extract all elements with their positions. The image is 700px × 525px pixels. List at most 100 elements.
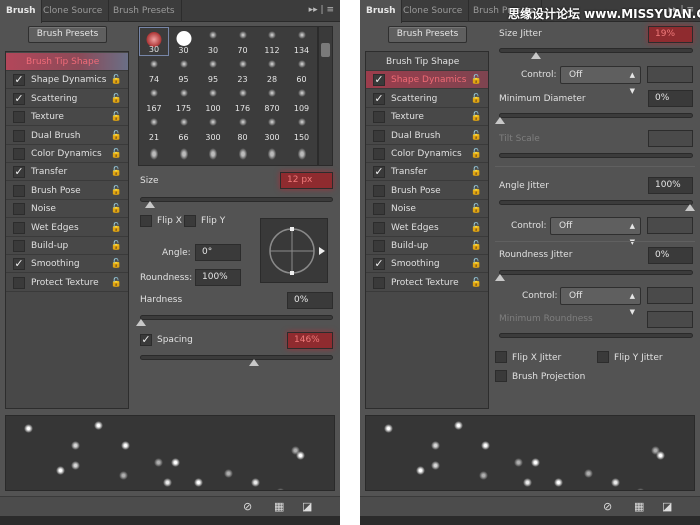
list-item-scattering[interactable]: ✓ Scattering 🔓 — [366, 90, 488, 108]
list-item-color-dynamics[interactable]: Color Dynamics 🔓 — [366, 145, 488, 163]
brush-preset[interactable]: 66 — [169, 114, 199, 143]
checkbox[interactable] — [13, 184, 25, 197]
slider-thumb[interactable] — [685, 204, 695, 211]
lock-icon[interactable]: 🔓 — [111, 145, 122, 163]
brush-preset[interactable]: 70 — [228, 27, 258, 56]
checkbox[interactable] — [373, 203, 385, 216]
list-item-wet-edges[interactable]: Wet Edges 🔓 — [6, 219, 128, 237]
list-item-transfer[interactable]: ✓ Transfer 🔓 — [6, 163, 128, 182]
checkbox[interactable] — [13, 129, 25, 142]
create-new-brush-icon[interactable]: ◪ — [302, 500, 312, 513]
tab-clone-source[interactable]: Clone Source — [37, 0, 110, 22]
panel-resize-bar[interactable] — [360, 516, 700, 525]
list-item-shape-dynamics[interactable]: ✓ Shape Dynamics 🔓 — [366, 71, 488, 90]
brush-preset[interactable]: 100 — [198, 85, 228, 114]
list-item-noise[interactable]: Noise 🔓 — [6, 200, 128, 219]
lock-icon[interactable]: 🔓 — [111, 255, 122, 273]
checkbox[interactable]: ✓ — [13, 74, 25, 87]
list-item-dual-brush[interactable]: Dual Brush 🔓 — [366, 127, 488, 145]
angle-jitter-input[interactable]: 100% — [648, 177, 693, 194]
checkbox[interactable] — [373, 240, 385, 252]
flip-y-checkbox[interactable] — [184, 215, 196, 227]
brush-preset[interactable]: 30 — [169, 27, 199, 56]
brush-preset[interactable]: 109 — [287, 85, 317, 114]
flip-x-jitter-checkbox[interactable] — [495, 351, 507, 363]
checkbox[interactable] — [13, 276, 25, 289]
size-jitter-input[interactable]: 19% — [648, 26, 693, 43]
brush-preset[interactable]: 23 — [228, 56, 258, 85]
size-jitter-slider[interactable] — [499, 48, 693, 59]
checkbox[interactable] — [373, 221, 385, 234]
list-item-shape-dynamics[interactable]: ✓ Shape Dynamics 🔓 — [6, 71, 128, 90]
lock-icon[interactable]: 🔓 — [471, 200, 482, 218]
brush-preset[interactable] — [257, 143, 287, 165]
fade-steps-input[interactable] — [647, 66, 693, 83]
brush-preset[interactable]: 80 — [228, 114, 258, 143]
lock-icon[interactable]: 🔓 — [111, 200, 122, 218]
list-item-texture[interactable]: Texture 🔓 — [6, 108, 128, 127]
slider-thumb[interactable] — [495, 274, 505, 281]
list-item-noise[interactable]: Noise 🔓 — [366, 200, 488, 219]
checkbox[interactable] — [13, 111, 25, 124]
checkbox[interactable] — [373, 148, 385, 160]
lock-icon[interactable]: 🔓 — [471, 127, 482, 145]
list-item-smoothing[interactable]: ✓ Smoothing 🔓 — [366, 255, 488, 274]
lock-icon[interactable]: 🔓 — [111, 127, 122, 145]
lock-icon[interactable]: 🔓 — [471, 145, 482, 163]
list-item-dual-brush[interactable]: Dual Brush 🔓 — [6, 127, 128, 145]
list-item-brush-pose[interactable]: Brush Pose 🔓 — [6, 182, 128, 200]
panel-menu-icon[interactable]: ▸▸ | ≡ — [309, 5, 334, 15]
lock-icon[interactable]: 🔓 — [111, 108, 122, 126]
toggle-live-tip-preview-icon[interactable]: ⊘ — [243, 500, 252, 513]
lock-icon[interactable]: 🔓 — [111, 182, 122, 200]
lock-icon[interactable]: 🔓 — [471, 274, 482, 292]
brush-preset[interactable] — [139, 143, 169, 165]
angle-roundness-widget[interactable] — [260, 218, 328, 283]
angle-input[interactable]: 0° — [195, 244, 241, 261]
checkbox[interactable] — [13, 240, 25, 252]
list-item-build-up[interactable]: Build-up 🔓 — [6, 237, 128, 255]
roundness-input[interactable]: 100% — [195, 269, 241, 286]
brush-preset[interactable] — [287, 143, 317, 165]
brush-preset[interactable]: 300 — [257, 114, 287, 143]
panel-resize-bar[interactable] — [0, 516, 340, 525]
list-item-color-dynamics[interactable]: Color Dynamics 🔓 — [6, 145, 128, 163]
minimum-diameter-input[interactable]: 0% — [648, 90, 693, 107]
brush-preset[interactable]: 60 — [287, 56, 317, 85]
roundness-jitter-input[interactable]: 0% — [648, 247, 693, 264]
open-preset-manager-icon[interactable]: ▦ — [274, 500, 284, 513]
brush-presets-button[interactable]: Brush Presets — [28, 26, 107, 43]
lock-icon[interactable]: 🔓 — [111, 90, 122, 108]
brush-preset[interactable]: 30 — [139, 27, 169, 56]
spacing-input[interactable]: 146% — [287, 332, 333, 349]
hardness-input[interactable]: 0% — [287, 292, 333, 309]
brush-preset[interactable]: 134 — [287, 27, 317, 56]
checkbox[interactable]: ✓ — [373, 166, 385, 179]
tab-clone-source[interactable]: Clone Source — [397, 0, 470, 22]
brush-preset[interactable]: 74 — [139, 56, 169, 85]
lock-icon[interactable]: 🔓 — [471, 108, 482, 126]
list-item-transfer[interactable]: ✓ Transfer 🔓 — [366, 163, 488, 182]
lock-icon[interactable]: 🔓 — [471, 182, 482, 200]
list-item-smoothing[interactable]: ✓ Smoothing 🔓 — [6, 255, 128, 274]
list-item-protect-texture[interactable]: Protect Texture 🔓 — [6, 274, 128, 292]
flip-x-checkbox[interactable] — [140, 215, 152, 227]
size-input[interactable]: 12 px — [280, 172, 333, 189]
toggle-live-tip-preview-icon[interactable]: ⊘ — [603, 500, 612, 513]
slider-thumb[interactable] — [495, 117, 505, 124]
spacing-checkbox[interactable]: ✓ — [140, 334, 152, 346]
lock-icon[interactable]: 🔓 — [471, 255, 482, 273]
brush-preset[interactable]: 176 — [228, 85, 258, 114]
brush-preset[interactable]: 167 — [139, 85, 169, 114]
lock-icon[interactable]: 🔓 — [471, 163, 482, 181]
brush-preset[interactable] — [198, 143, 228, 165]
list-item-brush-tip-shape[interactable]: Brush Tip Shape — [366, 53, 488, 71]
list-item-brush-pose[interactable]: Brush Pose 🔓 — [366, 182, 488, 200]
brush-preset[interactable]: 21 — [139, 114, 169, 143]
checkbox[interactable] — [13, 148, 25, 160]
list-item-brush-tip-shape[interactable]: Brush Tip Shape — [6, 53, 128, 71]
brush-preset[interactable]: 95 — [198, 56, 228, 85]
checkbox[interactable]: ✓ — [373, 258, 385, 271]
lock-icon[interactable]: 🔓 — [111, 163, 122, 181]
scrollbar-thumb[interactable] — [321, 43, 330, 57]
